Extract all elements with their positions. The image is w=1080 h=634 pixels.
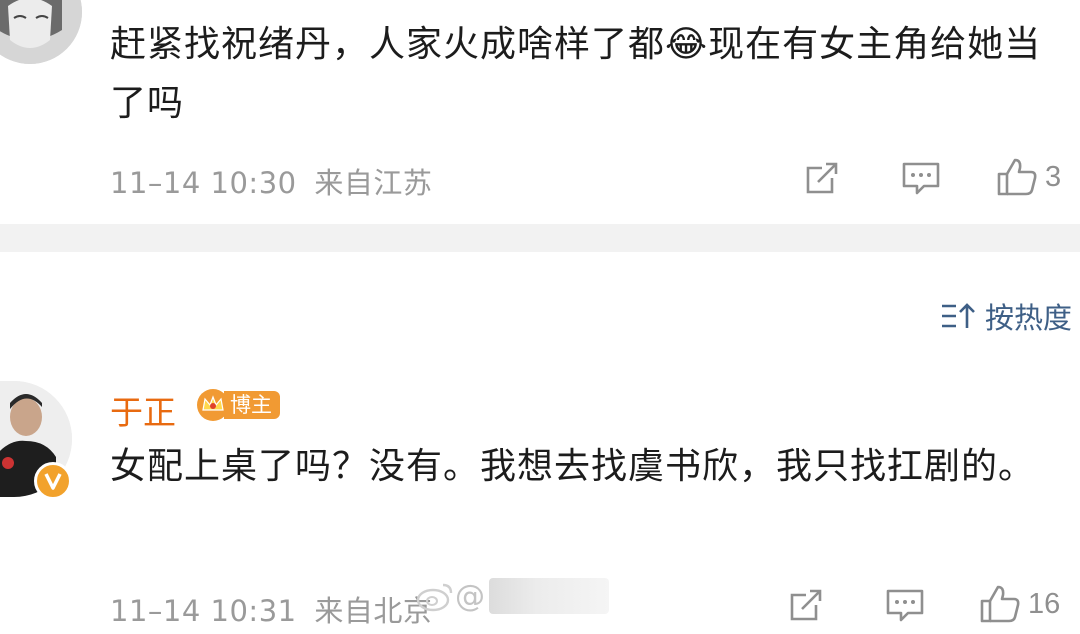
watermark: @ (415, 578, 609, 614)
comment-text: 赶紧找祝绪丹，人家火成啥样了都😂现在有女主角给她当了吗 (110, 24, 1042, 124)
comment-icon (886, 589, 924, 622)
like-icon (997, 158, 1037, 196)
sort-by-hot-button[interactable]: 按热度 (939, 295, 1072, 337)
comment-location: 来自江苏 (314, 166, 433, 200)
verified-icon (44, 473, 62, 490)
comment-button[interactable] (900, 158, 942, 198)
repost-icon (806, 162, 838, 194)
sort-label: 按热度 (984, 301, 1072, 335)
badge-label: 博主 (224, 391, 280, 419)
username[interactable]: 于正 (110, 386, 176, 434)
like-count: 3 (1045, 160, 1062, 193)
watermark-handle: @ (455, 578, 485, 614)
like-count: 16 (1028, 587, 1061, 620)
author-badge: 博主 (196, 388, 280, 422)
weibo-logo-icon (416, 583, 453, 612)
like-button[interactable]: 3 (995, 156, 1061, 198)
repost-button[interactable] (786, 585, 826, 625)
comment-meta: 11–14 10:30 来自江苏 (110, 160, 432, 202)
comment-text: 女配上桌了吗？没有。我想去找虞书欣，我只找扛剧的。 (110, 446, 1036, 487)
comment-meta: 11–14 10:31 来自北京 (110, 588, 432, 630)
blurred-handle (489, 578, 609, 614)
comment-time: 11–14 10:30 (110, 166, 297, 200)
like-button[interactable]: 16 (978, 583, 1060, 625)
section-divider (0, 224, 1080, 252)
verified-badge (34, 462, 72, 500)
avatar-illustration (0, 0, 82, 64)
like-icon (980, 585, 1020, 623)
repost-button[interactable] (802, 158, 842, 198)
comment-button[interactable] (884, 585, 926, 625)
sort-icon (941, 303, 975, 328)
repost-icon (790, 589, 822, 621)
comment-icon (902, 162, 940, 195)
comment-time: 11–14 10:31 (110, 594, 297, 628)
avatar[interactable] (0, 0, 82, 64)
